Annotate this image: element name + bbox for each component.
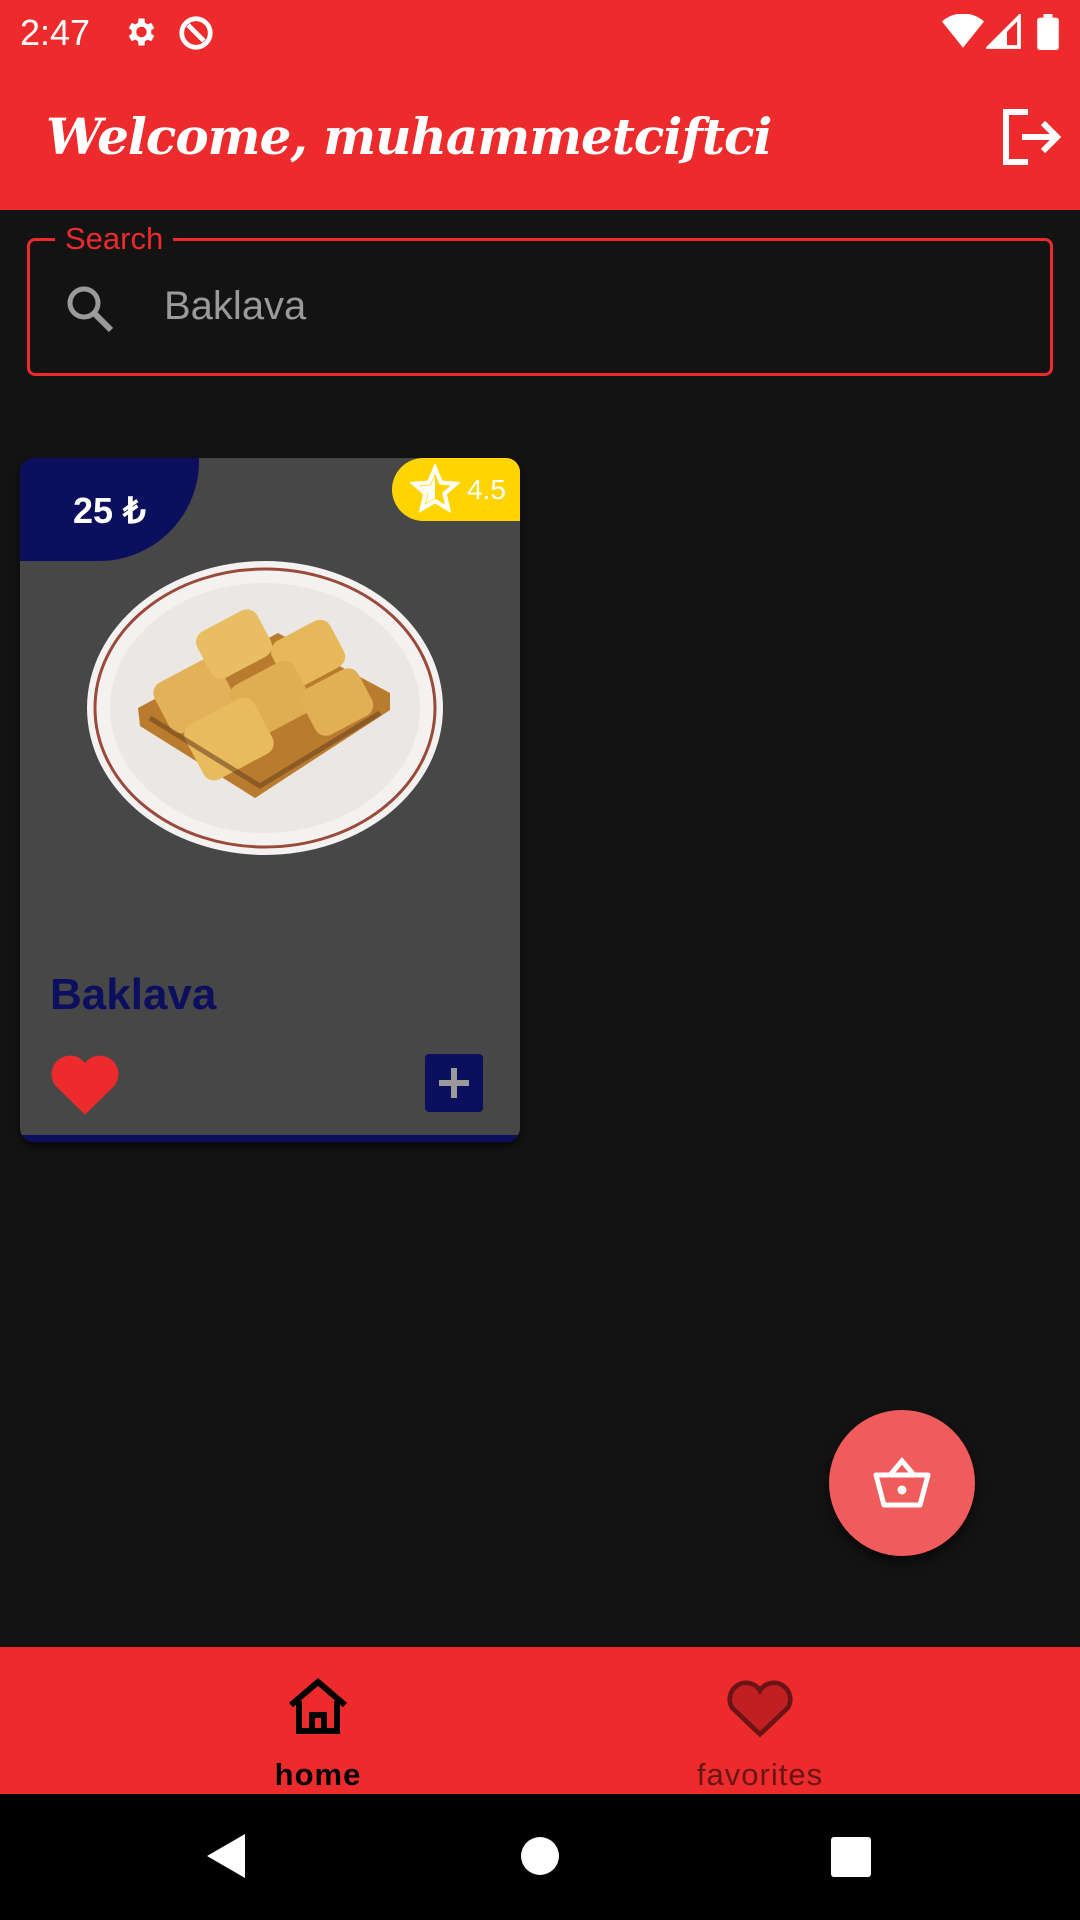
- app-bar: Welcome, muhammetciftci: [0, 63, 1080, 210]
- back-icon[interactable]: [205, 1832, 247, 1885]
- status-bar: 2:47: [0, 0, 1080, 63]
- bottom-nav: home favorites: [0, 1647, 1080, 1794]
- card-divider: [20, 1135, 520, 1142]
- search-field[interactable]: Search: [27, 221, 1053, 376]
- plus-icon: [439, 1068, 469, 1098]
- star-icon: [409, 462, 461, 519]
- product-card[interactable]: 25 ₺ 4.5 Baklava: [20, 458, 520, 1142]
- rating-badge: 4.5: [392, 458, 520, 521]
- wifi-icon: [942, 13, 984, 55]
- gear-icon: [122, 14, 158, 55]
- logout-icon: [1003, 109, 1062, 165]
- page-title: Welcome, muhammetciftci: [46, 107, 772, 166]
- heart-icon: [727, 1680, 793, 1738]
- heart-icon: [51, 1055, 119, 1115]
- search-icon: [64, 283, 116, 340]
- system-nav-bar: [0, 1794, 1080, 1920]
- cart-fab[interactable]: [829, 1410, 975, 1556]
- recents-icon[interactable]: [830, 1832, 872, 1885]
- food-image: [80, 558, 450, 863]
- basket-icon: [873, 1457, 931, 1508]
- battery-icon: [1036, 14, 1060, 55]
- price-badge: 25 ₺: [20, 458, 199, 561]
- nav-favorites[interactable]: favorites: [490, 1647, 1030, 1794]
- search-input[interactable]: [164, 271, 1014, 341]
- home-icon: [289, 1678, 347, 1734]
- product-name: Baklava: [50, 970, 217, 1019]
- search-label: Search: [55, 221, 174, 257]
- nav-favorites-label: favorites: [696, 1757, 824, 1792]
- add-to-cart-button[interactable]: [425, 1054, 483, 1112]
- favorite-button[interactable]: [50, 1053, 120, 1120]
- home-circle-icon[interactable]: [520, 1832, 560, 1885]
- price-text: 25 ₺: [73, 490, 146, 531]
- logout-button[interactable]: [1000, 107, 1062, 167]
- status-time: 2:47: [20, 12, 91, 53]
- signal-icon: [984, 12, 1022, 55]
- at-sign-icon: [177, 14, 215, 57]
- rating-value: 4.5: [467, 474, 506, 505]
